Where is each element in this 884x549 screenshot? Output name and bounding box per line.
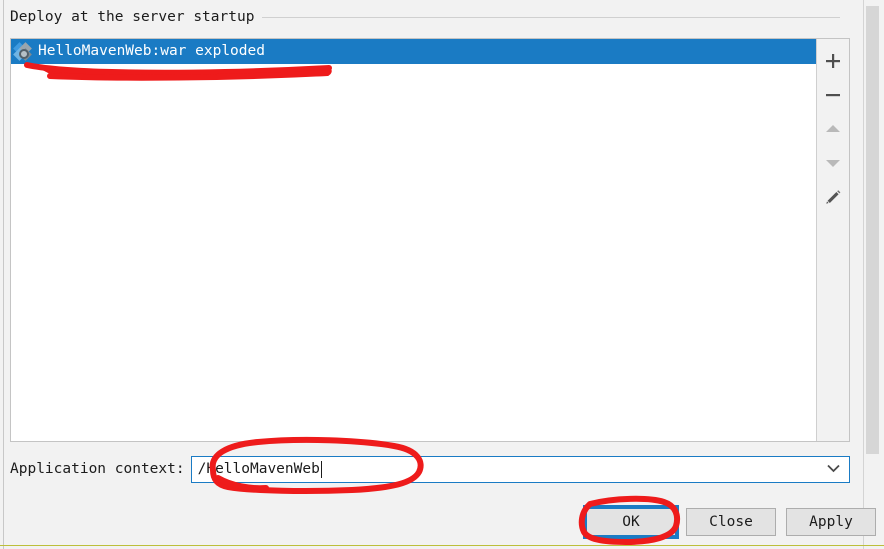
arrow-down-icon — [826, 160, 841, 167]
move-down-button — [818, 146, 848, 180]
list-item-label: HelloMavenWeb:war exploded — [38, 43, 265, 60]
list-tool-strip — [816, 39, 849, 441]
move-up-button — [818, 112, 848, 146]
close-button[interactable]: Close — [686, 508, 776, 536]
dialog-bottom-rule — [0, 545, 884, 546]
dialog-left-border — [3, 0, 4, 549]
apply-button[interactable]: Apply — [786, 508, 876, 536]
edit-button[interactable] — [818, 180, 848, 214]
remove-button[interactable] — [818, 78, 848, 112]
application-context-label: Application context: — [10, 461, 185, 477]
deploy-list-panel: HelloMavenWeb:war exploded — [10, 38, 850, 442]
list-item[interactable]: HelloMavenWeb:war exploded — [11, 39, 817, 64]
application-context-combobox[interactable]: /HelloMavenWeb — [190, 455, 850, 483]
add-button[interactable] — [818, 44, 848, 78]
plus-icon — [826, 54, 841, 68]
scrollbar-thumb[interactable] — [866, 6, 879, 454]
deployment-dialog: Deploy at the server startup HelloMavenW… — [0, 0, 884, 549]
section-header: Deploy at the server startup — [10, 6, 840, 28]
text-caret — [320, 460, 322, 478]
pencil-icon — [826, 190, 841, 204]
section-title: Deploy at the server startup — [10, 9, 255, 25]
dialog-button-bar: OK Close Apply — [583, 505, 876, 539]
artifact-icon — [13, 41, 32, 61]
section-header-rule — [262, 16, 840, 18]
ok-button[interactable]: OK — [583, 505, 679, 539]
arrow-up-icon — [826, 125, 841, 132]
application-context-row: Application context: /HelloMavenWeb — [10, 455, 850, 483]
deploy-list[interactable]: HelloMavenWeb:war exploded — [11, 39, 817, 441]
application-context-input[interactable]: /HelloMavenWeb — [192, 461, 320, 477]
dialog-vertical-scrollbar[interactable] — [863, 0, 880, 549]
chevron-down-icon[interactable] — [827, 461, 840, 477]
scrollbar-track — [863, 0, 864, 549]
minus-icon — [826, 94, 841, 97]
